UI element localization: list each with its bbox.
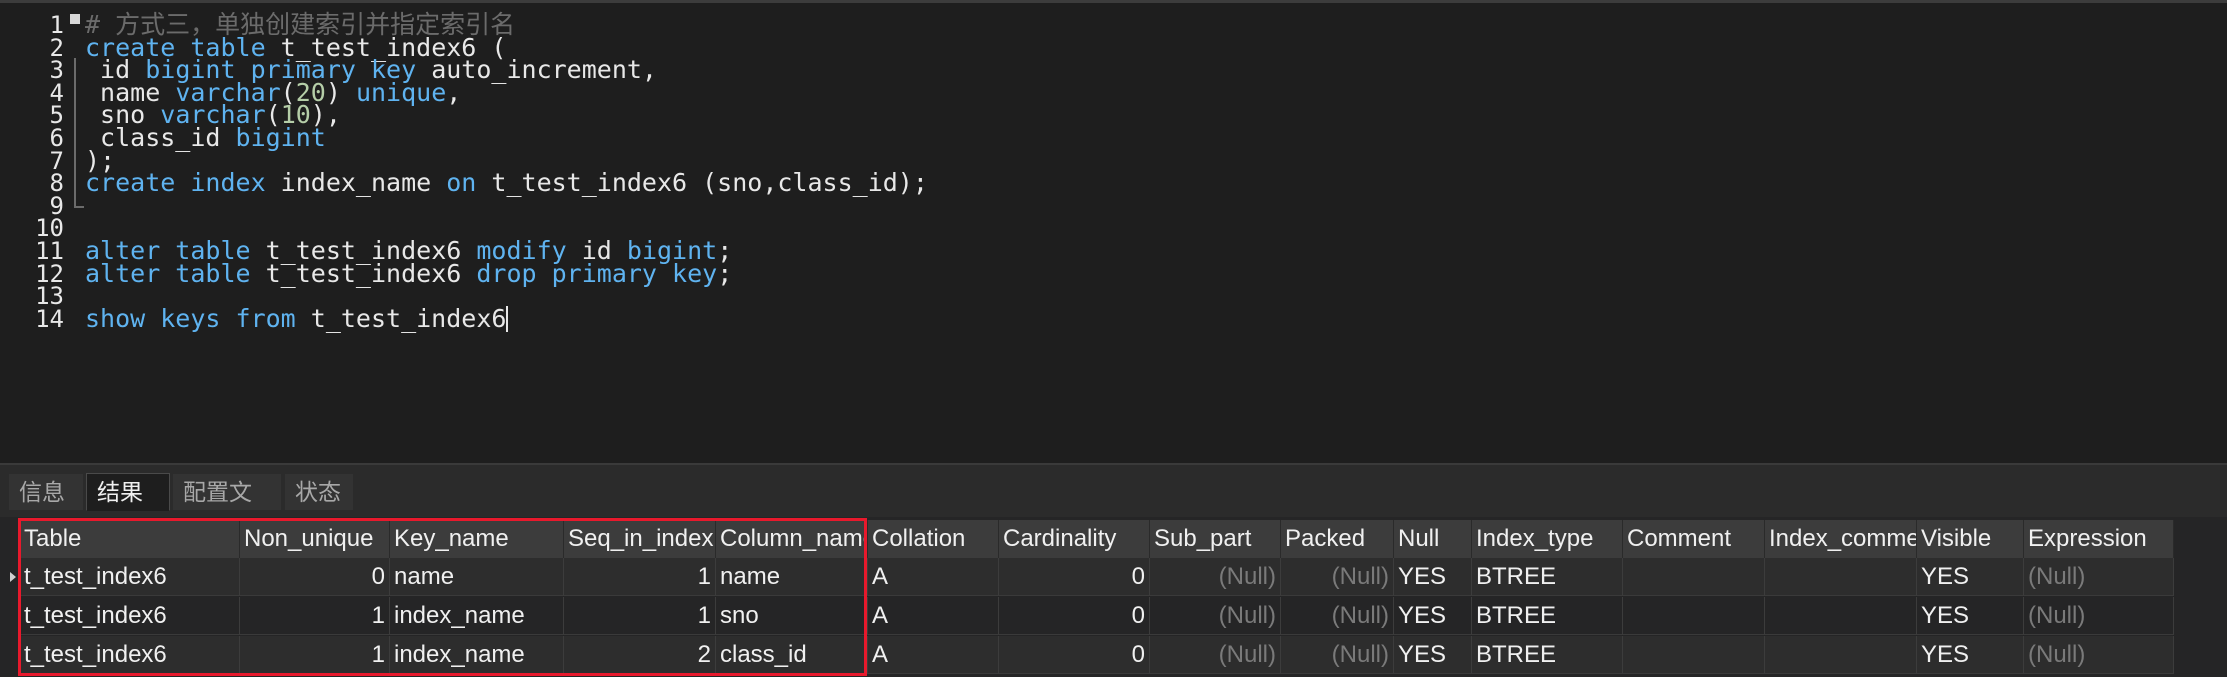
result-tab-bar: 信息结果 1配置文件状态 — [0, 463, 2227, 544]
cell-expression[interactable]: (Null) — [2024, 636, 2174, 674]
cell-comment[interactable] — [1623, 558, 1765, 596]
cell-expression[interactable]: (Null) — [2024, 597, 2174, 635]
column-header-seq-in-index[interactable]: Seq_in_index — [564, 520, 716, 558]
table-row[interactable]: t_test_index6 1 index_name 1 sno A 0 (Null) (Nul… — [20, 597, 2174, 635]
column-header-sub-part[interactable]: Sub_part — [1150, 520, 1281, 558]
column-header-index-comment[interactable]: Index_comment — [1765, 520, 1917, 558]
grid-header-row: Table Non_unique Key_name Seq_in_index Colum… — [20, 520, 2174, 558]
table-row[interactable]: t_test_index6 0 name 1 name A 0 (Null) (Null) YES… — [20, 558, 2174, 596]
cell-table[interactable]: t_test_index6 — [20, 636, 240, 674]
column-header-non-unique[interactable]: Non_unique — [240, 520, 390, 558]
cell-packed[interactable]: (Null) — [1281, 636, 1394, 674]
cell-key-name[interactable]: name — [390, 558, 564, 596]
cell-sub-part[interactable]: (Null) — [1150, 558, 1281, 596]
cell-visible[interactable]: YES — [1917, 597, 2024, 635]
cell-comment[interactable] — [1623, 597, 1765, 635]
tab-profile[interactable]: 配置文件 — [172, 473, 282, 544]
column-header-collation[interactable]: Collation — [868, 520, 999, 558]
sql-keyword: show keys from — [85, 303, 296, 333]
cell-key-name[interactable]: index_name — [390, 636, 564, 674]
cell-non-unique[interactable]: 0 — [240, 558, 390, 596]
cell-null[interactable]: YES — [1394, 558, 1472, 596]
sql-editor[interactable]: 1 # 方式三，单独创建索引并指定索引名 2 create table t_test_… — [0, 0, 2227, 463]
cell-packed[interactable]: (Null) — [1281, 597, 1394, 635]
cell-index-comment[interactable] — [1765, 558, 1917, 596]
cell-key-name[interactable]: index_name — [390, 597, 564, 635]
table-row[interactable]: t_test_index6 1 index_name 2 class_id A 0 (Null… — [20, 636, 2174, 674]
cell-cardinality[interactable]: 0 — [999, 636, 1150, 674]
cell-collation[interactable]: A — [868, 636, 999, 674]
sql-text: t_test_index6 — [295, 303, 507, 333]
cell-visible[interactable]: YES — [1917, 558, 2024, 596]
cell-null[interactable]: YES — [1394, 597, 1472, 635]
cell-index-type[interactable]: BTREE — [1472, 558, 1623, 596]
cell-index-type[interactable]: BTREE — [1472, 636, 1623, 674]
cell-seq-in-index[interactable]: 1 — [564, 597, 716, 635]
cell-index-type[interactable]: BTREE — [1472, 597, 1623, 635]
tab-status[interactable]: 状态 — [284, 473, 354, 511]
column-header-expression[interactable]: Expression — [2024, 520, 2174, 558]
column-header-table[interactable]: Table — [20, 520, 240, 558]
column-header-key-name[interactable]: Key_name — [390, 520, 564, 558]
cell-seq-in-index[interactable]: 2 — [564, 636, 716, 674]
column-header-cardinality[interactable]: Cardinality — [999, 520, 1150, 558]
tab-info[interactable]: 信息 — [8, 473, 84, 511]
column-header-column-name[interactable]: Column_name — [716, 520, 868, 558]
column-header-null[interactable]: Null — [1394, 520, 1472, 558]
cell-table[interactable]: t_test_index6 — [20, 558, 240, 596]
column-header-visible[interactable]: Visible — [1917, 520, 2024, 558]
cell-sub-part[interactable]: (Null) — [1150, 636, 1281, 674]
cell-index-comment[interactable] — [1765, 636, 1917, 674]
cell-cardinality[interactable]: 0 — [999, 558, 1150, 596]
cell-cardinality[interactable]: 0 — [999, 597, 1150, 635]
cell-non-unique[interactable]: 1 — [240, 636, 390, 674]
cell-column-name[interactable]: sno — [716, 597, 868, 635]
code-line[interactable]: 14 show keys from t_test_index6 — [0, 303, 2227, 335]
cell-packed[interactable]: (Null) — [1281, 558, 1394, 596]
line-number: 14 — [35, 304, 64, 333]
cell-expression[interactable]: (Null) — [2024, 558, 2174, 596]
cell-collation[interactable]: A — [868, 558, 999, 596]
cell-index-comment[interactable] — [1765, 597, 1917, 635]
current-row-indicator-icon — [10, 572, 16, 582]
code-text: show keys from t_test_index6 — [85, 303, 509, 335]
result-grid[interactable]: Table Non_unique Key_name Seq_in_index Colum… — [0, 517, 2227, 677]
cell-column-name[interactable]: name — [716, 558, 868, 596]
cell-sub-part[interactable]: (Null) — [1150, 597, 1281, 635]
cell-visible[interactable]: YES — [1917, 636, 2024, 674]
column-header-index-type[interactable]: Index_type — [1472, 520, 1623, 558]
cell-non-unique[interactable]: 1 — [240, 597, 390, 635]
cell-comment[interactable] — [1623, 636, 1765, 674]
cell-column-name[interactable]: class_id — [716, 636, 868, 674]
cell-seq-in-index[interactable]: 1 — [564, 558, 716, 596]
cell-null[interactable]: YES — [1394, 636, 1472, 674]
column-header-comment[interactable]: Comment — [1623, 520, 1765, 558]
cell-collation[interactable]: A — [868, 597, 999, 635]
cell-table[interactable]: t_test_index6 — [20, 597, 240, 635]
tab-result-1[interactable]: 结果 1 — [86, 473, 170, 544]
text-cursor — [506, 305, 509, 332]
column-header-packed[interactable]: Packed — [1281, 520, 1394, 558]
